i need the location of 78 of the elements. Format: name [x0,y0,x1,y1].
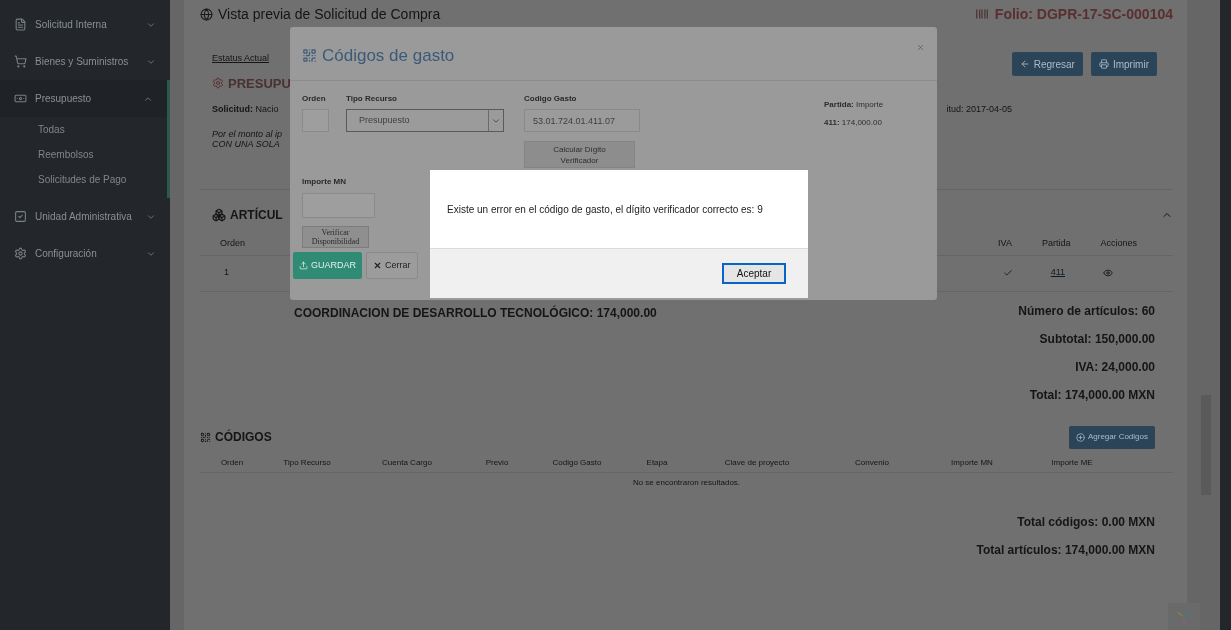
sidebar-item[interactable]: Bienes y Suministros [0,43,170,80]
qr-code-icon [200,431,211,443]
column-header: IVA [998,237,1012,251]
sidebar-item[interactable]: Configuración [0,235,170,272]
printer-icon [1098,59,1109,69]
sidebar-subitem[interactable]: Reembolsos [0,142,167,167]
toolbar-button[interactable]: Regresar [1011,52,1083,76]
field-label: Orden [302,93,327,105]
field-label: Tipo Recurso [346,93,398,105]
add-codes-button[interactable]: Agregar Codigos [1068,425,1155,449]
close-icon [373,261,382,270]
boxes-icon [212,207,226,222]
column-header: Orden [219,457,245,469]
eye-icon[interactable] [1103,268,1113,278]
status-text: PRESUPU [228,74,291,93]
arrow-left-icon [1019,59,1030,69]
calculate-button[interactable]: Calcular Dígito Verificador [524,141,635,168]
section-title: CÓDIGOS [215,428,272,446]
section-title: ARTÍCUL [230,206,283,224]
checkbox-icon [14,210,27,223]
globe-icon [200,7,213,21]
sidebar-item[interactable]: Presupuesto [0,80,167,117]
area-total: COORDINACION DE DESARROLLO TECNOLÓGICO: 174,000.00 [294,304,657,322]
column-header: Cuenta Cargo [381,457,433,469]
gear-icon [212,77,224,90]
column-header: Tipo Recurso [282,457,332,469]
total-text: Total códigos: 0.00 MXN [1017,513,1155,531]
sidebar-item[interactable]: Unidad Administrativa [0,198,170,235]
summary-text: Subtotal: 150,000.00 [1039,330,1155,348]
solicitud-text: Solicitud: Nacio [212,103,279,116]
field-label: Importe MN [302,176,347,188]
folio-text: Folio: DGPR-17-SC-000104 [994,4,1173,24]
partida-amount: 411: 174,000.00 [824,117,883,129]
table-cell: 1 [224,266,229,280]
expense-code-field[interactable]: 53.01.724.01.411.07 [524,109,640,132]
column-header: Convenio [854,457,890,469]
summary-text: Total: 174,000.00 MXN [1029,386,1155,404]
close-button[interactable]: Cerrar [366,252,418,279]
sidebar-item[interactable]: Solicitud Interna [0,6,170,43]
barcode-icon [974,7,989,21]
note-text: CON UNA SOLA [212,138,280,149]
column-header: Importe MN [950,457,994,469]
empty-message: No se encontraron resultados. [632,476,741,489]
total-text: Total artículos: 174,000.00 MXN [976,541,1155,559]
save-button[interactable]: GUARDAR [293,252,362,279]
upload-icon [299,261,308,270]
field-label: Codigo Gasto [524,93,578,105]
verify-button[interactable]: Verificar Disponibilidad [302,226,369,248]
cart-icon [14,55,27,68]
partida-link[interactable]: 411 [1050,266,1065,280]
qr-code-icon [302,48,317,64]
sidebar-subitem[interactable]: Solicitudes de Pago [0,167,167,192]
column-header: Clave de proyecto [723,457,791,469]
status-label: Estatus Actual [212,52,271,65]
page-title: Vista previa de Solicitud de Compra [218,6,441,22]
toolbar-button[interactable]: Imprimir [1090,52,1157,76]
settings-icon [14,247,27,260]
summary-text: IVA: 24,000.00 [1075,358,1155,376]
summary-text: Número de artículos: 60 [1018,302,1155,320]
column-header: Previo [484,457,510,469]
accept-button[interactable]: Aceptar [722,263,786,284]
dialog-title: Códigos de gasto [322,45,455,67]
banknote-icon [14,92,27,105]
document-icon [14,18,27,31]
column-header: Orden [220,237,245,251]
close-icon[interactable] [916,43,925,52]
resource-type-select[interactable]: Presupuesto [346,109,504,132]
note-text: Por el monto al ip [212,128,284,139]
partida-header: Partida: Importe [824,99,884,111]
date-text: itud: 2017-04-05 [946,103,1013,116]
column-header: Partida [1041,237,1071,251]
plus-circle-icon [1075,432,1085,442]
column-header: Acciones [1100,237,1137,251]
column-header: Codigo Gasto [551,457,603,469]
sidebar-subitem[interactable]: Todas [0,117,167,142]
alert-message: Existe un error en el código de gasto, el dígito verificador correcto es: 9 [447,202,763,217]
column-header: Importe ME [1050,457,1094,469]
column-header: Etapa [645,457,669,469]
